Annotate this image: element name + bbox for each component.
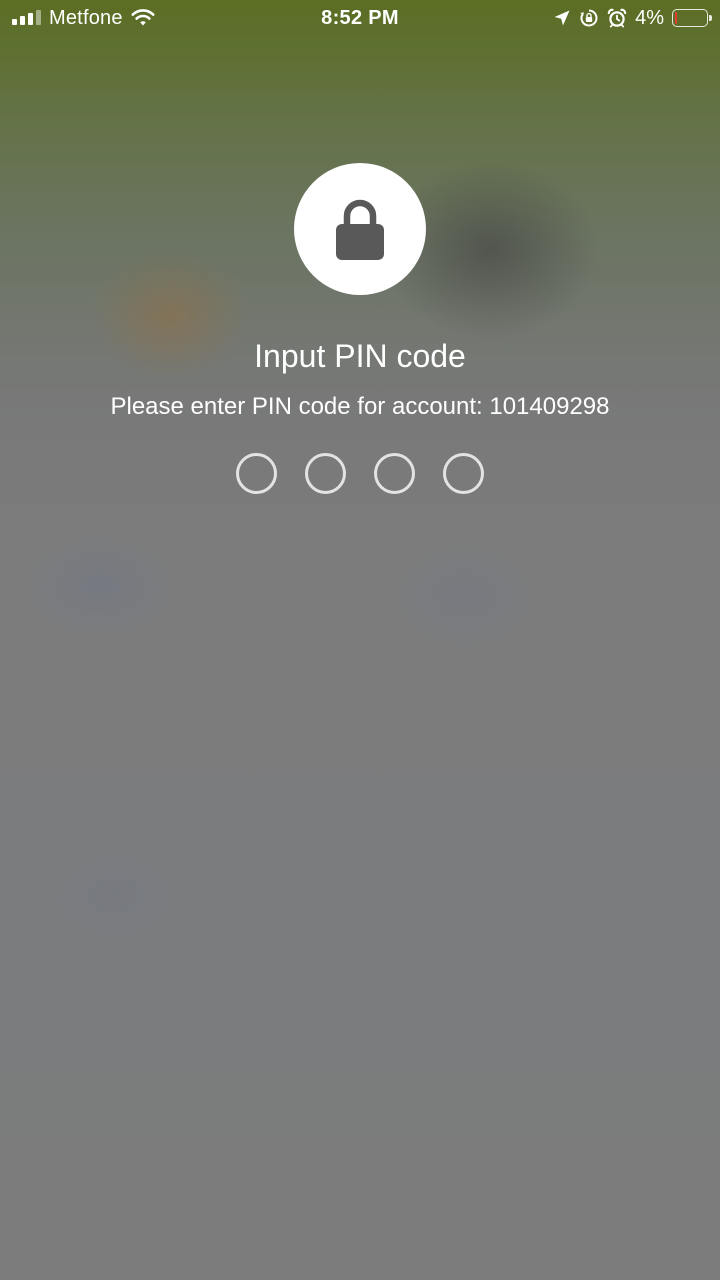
pin-digit-dot [443,453,484,494]
wifi-icon [131,9,155,27]
padlock-icon [334,196,386,262]
background-blur [20,530,180,640]
status-bar-right: 4% [553,6,712,30]
pin-digit-dot [305,453,346,494]
battery-icon [672,9,712,27]
pin-code-indicator [0,453,720,494]
lock-badge [294,163,426,295]
alarm-clock-icon [607,8,627,28]
pin-digit-dot [374,453,415,494]
page-title: Input PIN code [254,338,466,374]
pin-digit-dot [236,453,277,494]
background-blur [40,840,190,950]
cellular-signal-icon [12,10,41,25]
battery-percentage: 4% [635,6,664,29]
location-arrow-icon [553,9,571,27]
pin-instructions: Please enter PIN code for account: 10140… [110,393,610,420]
status-bar: Metfone 8:52 PM 4% [0,0,720,36]
rotation-lock-icon [579,8,599,28]
status-bar-left: Metfone [12,7,155,30]
battery-level-fill [675,12,677,24]
carrier-name: Metfone [49,6,123,29]
background-blur [390,540,540,650]
